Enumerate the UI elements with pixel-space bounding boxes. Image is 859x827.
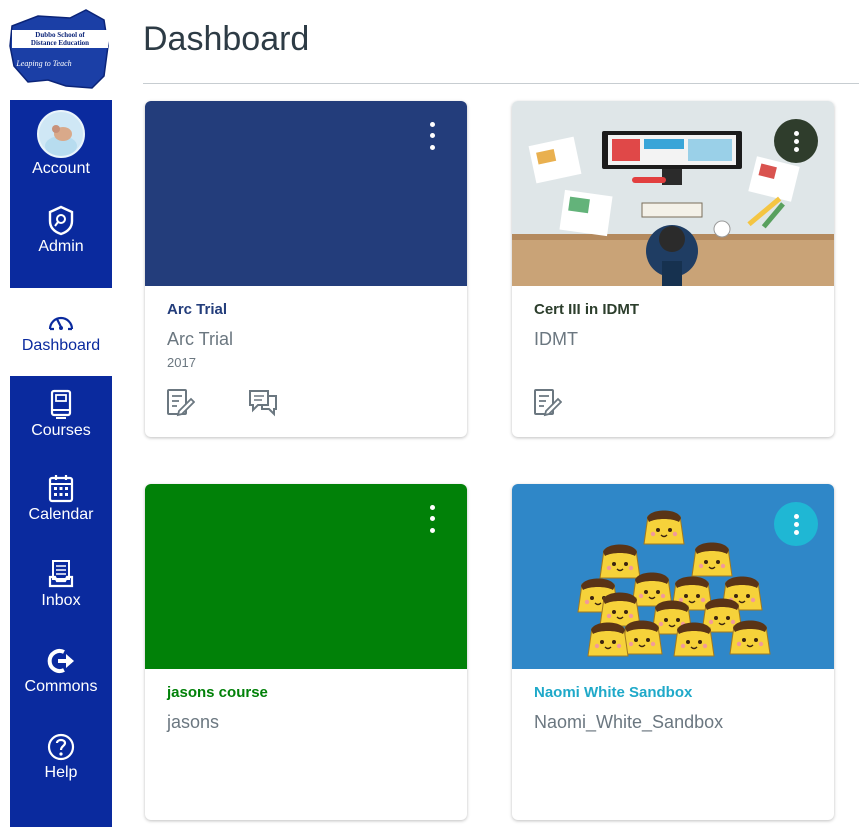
card-hero[interactable] (145, 101, 467, 286)
nav-commons-label: Commons (24, 678, 98, 695)
speedometer-icon (48, 316, 74, 331)
card-term: 2017 (167, 355, 196, 370)
nav-dashboard-label: Dashboard (21, 337, 101, 354)
card-title[interactable]: Naomi White Sandbox (534, 684, 692, 701)
nav-dashboard[interactable]: Dashboard (10, 288, 112, 376)
school-logo[interactable]: Dubbo School of Distance Education Leapi… (8, 6, 112, 92)
global-navigation: Account Admin Dashboard Courses Calendar… (10, 100, 112, 827)
card-options-menu[interactable] (421, 119, 443, 153)
header-divider (143, 83, 859, 84)
card-course-code: Naomi_White_Sandbox (534, 712, 724, 732)
nav-help-label: Help (44, 764, 78, 781)
nav-inbox-label: Inbox (41, 592, 81, 609)
card-options-menu[interactable] (421, 502, 443, 536)
card-hero[interactable] (145, 484, 467, 669)
card-course-code: Arc Trial (167, 329, 234, 349)
nav-help[interactable]: Help (10, 732, 112, 804)
card-course-code: jasons (167, 712, 220, 732)
nav-courses[interactable]: Courses (10, 388, 112, 458)
book-icon (50, 389, 72, 419)
assignments-icon[interactable] (165, 387, 195, 417)
shield-icon (48, 205, 74, 236)
nav-commons[interactable]: Commons (10, 646, 112, 718)
logo-line2: Distance Education (31, 39, 89, 47)
course-card-jasons-course[interactable]: jasons course jasons (145, 484, 467, 820)
calendar-icon (48, 475, 74, 503)
inbox-icon (48, 560, 74, 588)
nav-courses-label: Courses (31, 422, 91, 439)
card-course-code: IDMT (534, 329, 578, 349)
course-card-cert-iii[interactable]: Cert III in IDMT IDMT (512, 101, 834, 437)
card-title[interactable]: Cert III in IDMT (534, 301, 639, 318)
assignments-icon[interactable] (532, 387, 562, 417)
help-icon (47, 733, 75, 761)
discussions-icon[interactable] (247, 387, 279, 417)
avatar (37, 110, 85, 158)
logo-line1: Dubbo School of (35, 31, 85, 39)
nav-inbox[interactable]: Inbox (10, 558, 112, 630)
page-title: Dashboard (143, 20, 310, 58)
card-title[interactable]: Arc Trial (167, 301, 227, 318)
nav-account-label: Account (32, 160, 90, 177)
course-card-naomi-white-sandbox[interactable]: Naomi White Sandbox Naomi_White_Sandbox (512, 484, 834, 820)
course-card-arc-trial[interactable]: Arc Trial Arc Trial 2017 (145, 101, 467, 437)
logo-tagline: Leaping to Teach (15, 59, 71, 68)
commons-arrow-icon (47, 649, 74, 673)
nav-admin[interactable]: Admin (10, 204, 112, 274)
nav-admin-label: Admin (38, 238, 84, 255)
card-options-menu[interactable] (774, 502, 818, 546)
nav-calendar[interactable]: Calendar (10, 472, 112, 544)
nav-account[interactable]: Account (10, 110, 112, 188)
card-options-menu[interactable] (774, 119, 818, 163)
nav-calendar-label: Calendar (28, 506, 94, 523)
card-title[interactable]: jasons course (167, 684, 268, 701)
